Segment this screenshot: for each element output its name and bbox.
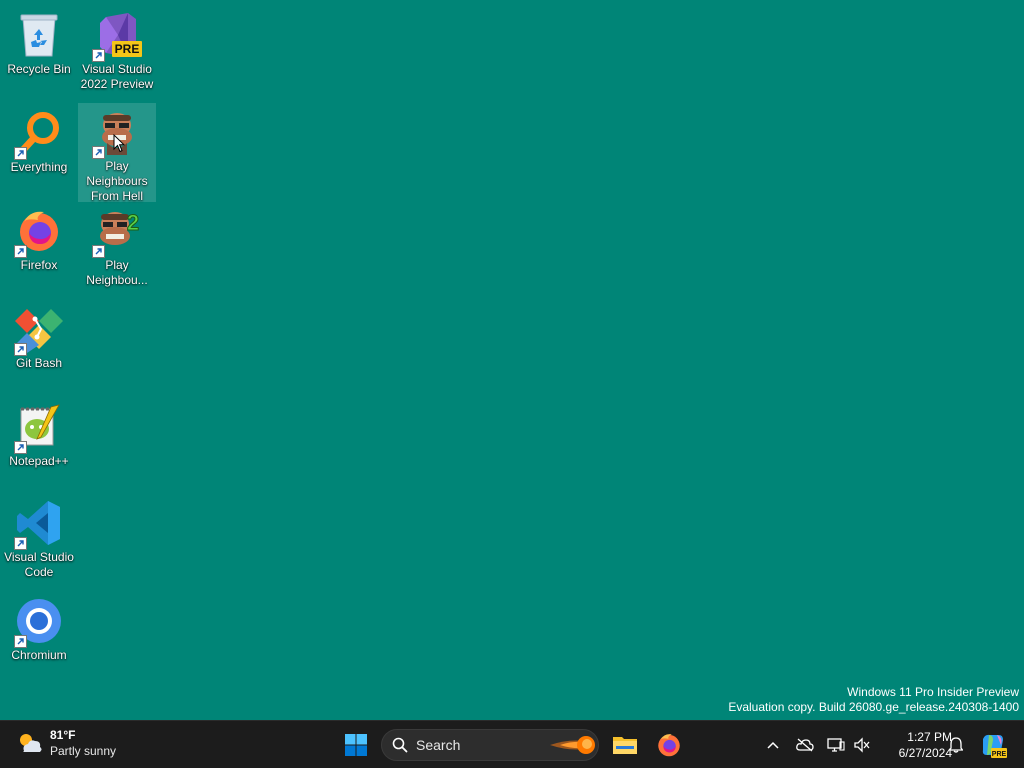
desktop-icon-neighbours-from-hell-2[interactable]: 2 Play Neighbou...	[78, 202, 156, 288]
desktop-icon-label: Visual Studio Code	[4, 550, 74, 579]
copilot-pre-badge-text: PRE	[992, 751, 1007, 758]
desktop-icon-label: Git Bash	[15, 356, 63, 370]
shortcut-arrow-icon	[92, 49, 105, 62]
weather-condition: Partly sunny	[50, 744, 117, 758]
search-label: Search	[416, 737, 461, 753]
neighbours-from-hell-2-icon: 2	[92, 206, 142, 258]
sequel-number-text: 2	[127, 210, 139, 235]
mouse-cursor-icon	[113, 133, 126, 158]
desktop-icon-label: Play Neighbou...	[86, 258, 148, 287]
desktop-icon-chromium[interactable]: Chromium	[0, 592, 78, 663]
shortcut-arrow-icon	[14, 343, 27, 356]
weather-temperature: 81°F	[50, 728, 76, 742]
desktop-icon-visual-studio-preview[interactable]: PRE Visual Studio 2022 Preview	[78, 6, 156, 92]
shortcut-arrow-icon	[14, 635, 27, 648]
shortcut-arrow-icon	[14, 147, 27, 160]
desktop[interactable]: Recycle Bin PRE Visual Studio 2022 Previ…	[0, 0, 1024, 720]
firefox-icon	[14, 206, 64, 258]
everything-search-icon	[14, 108, 64, 160]
shortcut-arrow-icon	[14, 245, 27, 258]
notepad-plus-plus-icon	[14, 402, 64, 454]
shortcut-arrow-icon	[92, 146, 105, 159]
volume-muted-icon	[854, 737, 870, 753]
volume-tray-button[interactable]	[852, 733, 872, 757]
weather-widget[interactable]: 81°F Partly sunny	[16, 727, 116, 759]
pre-badge-text: PRE	[115, 42, 140, 56]
watermark-edition: Windows 11 Pro Insider Preview	[847, 685, 1019, 699]
desktop-icon-label: Visual Studio 2022 Preview	[80, 62, 154, 91]
shortcut-arrow-icon	[14, 441, 27, 454]
partly-sunny-icon	[16, 729, 44, 757]
desktop-icon-label: Play Neighbours From Hell	[86, 159, 148, 203]
firefox-icon	[658, 734, 680, 757]
chevron-up-icon	[767, 741, 779, 749]
desktop-icon-firefox[interactable]: Firefox	[0, 202, 78, 273]
start-button[interactable]	[340, 729, 372, 761]
desktop-icon-label: Chromium	[11, 648, 67, 662]
taskbar-app-firefox[interactable]	[653, 729, 685, 761]
desktop-icon-label: Firefox	[20, 258, 58, 272]
chromium-icon	[14, 596, 64, 648]
clock-time: 1:27 PM	[907, 730, 952, 744]
windows-start-icon	[345, 734, 367, 756]
clock-date: 6/27/2024	[898, 746, 952, 760]
desktop-icon-everything[interactable]: Everything	[0, 104, 78, 175]
git-bash-icon	[14, 304, 64, 356]
shortcut-arrow-icon	[14, 537, 27, 550]
watermark-build: Evaluation copy. Build 26080.ge_release.…	[728, 700, 1019, 714]
desktop-icon-label: Recycle Bin	[7, 62, 71, 76]
onedrive-tray-button[interactable]	[794, 733, 816, 757]
copilot-button[interactable]: PRE	[978, 730, 1008, 760]
recycle-bin-icon	[14, 10, 64, 60]
onedrive-offline-icon	[796, 738, 814, 752]
desktop-icon-git-bash[interactable]: Git Bash	[0, 300, 78, 371]
bell-icon	[949, 737, 963, 753]
search-highlight-comet-icon	[550, 731, 596, 759]
notification-center-button[interactable]	[946, 733, 966, 757]
vscode-icon	[14, 498, 64, 550]
file-explorer-icon	[613, 737, 637, 754]
desktop-icon-notepad-plus-plus[interactable]: Notepad++	[0, 398, 78, 469]
taskbar-clock[interactable]: 1:27 PM 6/27/2024	[874, 729, 952, 761]
desktop-icon-label: Everything	[10, 160, 68, 174]
search-icon	[392, 737, 408, 753]
taskbar-app-file-explorer[interactable]	[609, 729, 641, 761]
copilot-preview-icon: PRE	[982, 734, 1007, 758]
shortcut-arrow-icon	[92, 245, 105, 258]
network-tray-button[interactable]	[826, 733, 846, 757]
visual-studio-preview-icon: PRE	[92, 10, 142, 62]
taskbar: 81°F Partly sunny Search 1:27 PM 6/27/20…	[0, 720, 1024, 768]
network-icon	[827, 738, 845, 752]
taskbar-search-box[interactable]: Search	[381, 729, 599, 761]
desktop-icon-recycle-bin[interactable]: Recycle Bin	[0, 6, 78, 77]
desktop-icon-vscode[interactable]: Visual Studio Code	[0, 494, 78, 580]
desktop-icon-label: Notepad++	[9, 454, 69, 468]
show-hidden-icons-button[interactable]	[764, 733, 782, 757]
windows-evaluation-watermark: Windows 11 Pro Insider Preview Evaluatio…	[728, 685, 1019, 715]
